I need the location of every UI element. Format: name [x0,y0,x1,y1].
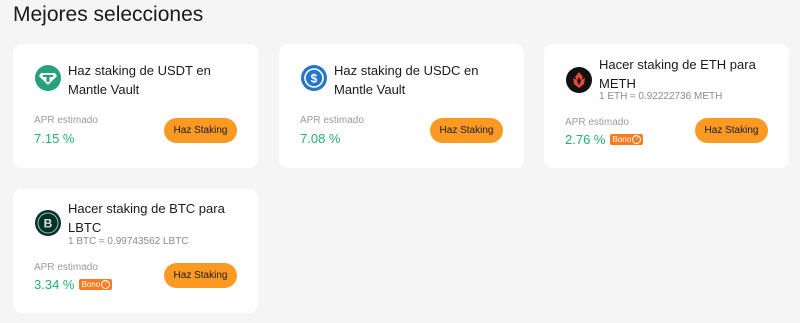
stake-button[interactable]: Haz Staking [430,118,503,143]
exchange-rate: 1 BTC ≈ 0.99743562 LBTC [68,236,189,247]
staking-card-lbtc[interactable]: B Hacer staking de BTC para LBTC 1 BTC ≈… [13,189,258,313]
apr-value: 7.08 % [300,131,340,146]
bonus-badge[interactable]: Bono ? [79,279,113,290]
bonus-badge-label: Bono [612,135,632,144]
info-icon: ? [101,280,111,289]
bonus-badge-label: Bono [81,280,101,289]
svg-text:B: B [44,217,53,231]
staking-card-meth[interactable]: Hacer staking de ETH para METH 1 ETH ≈ 0… [544,44,789,168]
card-title: Haz staking de USDC en Mantle Vault [334,63,479,97]
card-title: Haz staking de USDT en Mantle Vault [68,63,211,97]
card-title: Hacer staking de BTC para LBTC [68,201,225,235]
apr-value-text: 7.08 % [300,131,341,146]
stake-button[interactable]: Haz Staking [164,118,237,143]
apr-value: 7.15 % [34,131,74,146]
apr-value: 2.76 % Bono ? [565,132,644,147]
stake-button[interactable]: Haz Staking [164,263,237,288]
section-title: Mejores selecciones [13,3,204,26]
lbtc-icon: B [35,210,61,236]
apr-label: APR estimado [34,262,98,273]
apr-value-text: 7.15 % [34,131,75,146]
apr-label: APR estimado [565,117,629,128]
apr-value: 3.34 % Bono ? [34,277,113,292]
info-icon: ? [632,135,642,144]
page: Mejores selecciones Haz staking de USDT … [0,0,800,323]
staking-card-usdc[interactable]: $ Haz staking de USDC en Mantle Vault AP… [279,44,524,168]
apr-value-text: 2.76 % [565,132,606,147]
apr-label: APR estimado [34,115,98,126]
apr-value-text: 3.34 % [34,277,75,292]
stake-button[interactable]: Haz Staking [695,118,768,143]
meth-icon [566,67,592,93]
card-title: Hacer staking de ETH para METH [599,57,756,91]
usdt-icon [35,65,61,91]
staking-card-usdt[interactable]: Haz staking de USDT en Mantle Vault APR … [13,44,258,168]
bonus-badge[interactable]: Bono ? [610,134,644,145]
usdc-icon: $ [301,65,327,91]
exchange-rate: 1 ETH ≈ 0.92222736 METH [599,91,723,102]
svg-text:$: $ [311,72,318,86]
apr-label: APR estimado [300,115,364,126]
